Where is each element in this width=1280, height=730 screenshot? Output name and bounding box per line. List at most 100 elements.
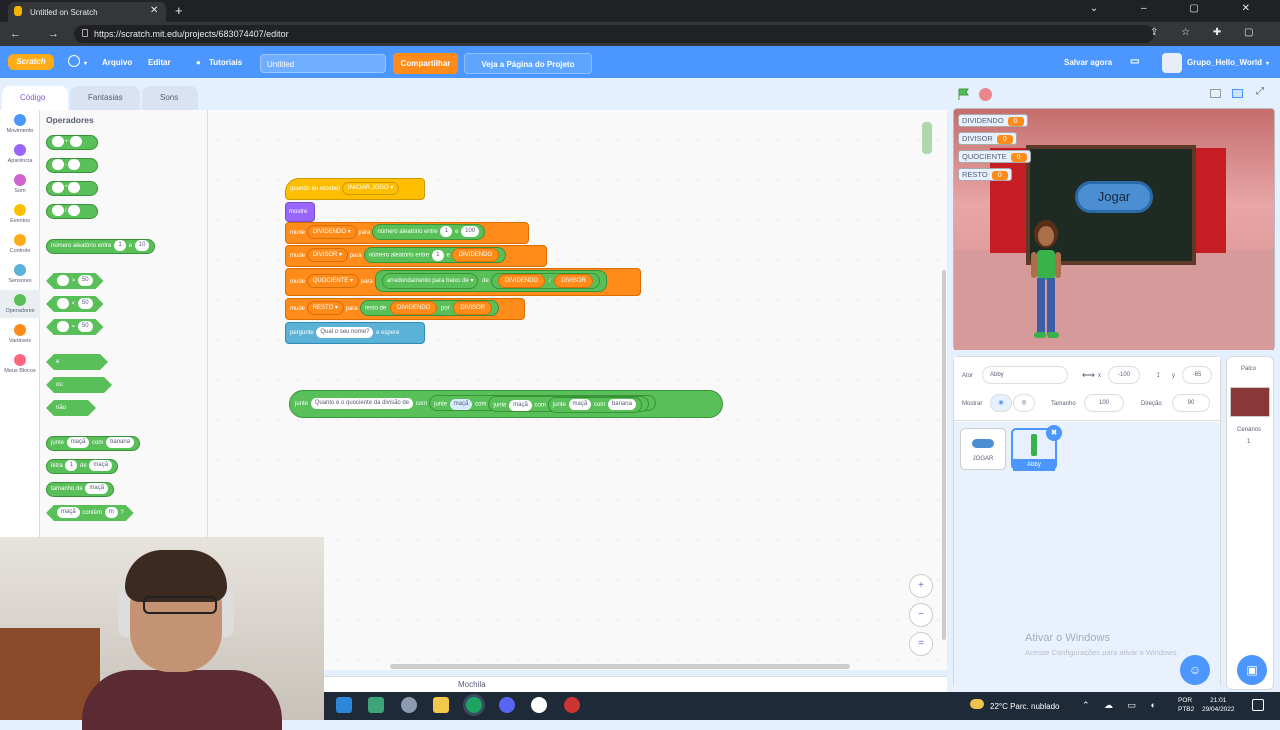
block-ask-and-wait[interactable]: pergunte Qual o seu nome? e espere [285, 322, 425, 344]
avatar[interactable] [1162, 53, 1182, 73]
stop-icon[interactable] [979, 88, 992, 101]
stage-curtain-left [990, 148, 1026, 253]
green-flag-icon[interactable] [957, 88, 970, 101]
category-2[interactable]: Som [0, 174, 40, 194]
discord-icon[interactable] [499, 697, 515, 713]
new-tab-icon[interactable]: + [175, 3, 183, 18]
hide-eye-icon[interactable]: ◎ [1013, 394, 1035, 412]
show-visible-eye-icon[interactable]: ◉ [990, 394, 1012, 412]
see-project-page-button[interactable]: Veja a Página do Projeto [464, 53, 592, 74]
block-not[interactable]: não [46, 400, 96, 416]
menu-edit[interactable]: Editar [148, 58, 171, 67]
workspace-vertical-scrollbar[interactable] [942, 270, 946, 640]
block-join-nested[interactable]: junte Quanto é o quociente da divisão de… [289, 390, 723, 418]
notifications-icon[interactable] [1252, 699, 1264, 711]
block-subtract[interactable]: - [46, 158, 98, 173]
y-input[interactable]: -65 [1182, 366, 1212, 384]
zoom-reset-icon[interactable]: = [909, 632, 933, 656]
tab-costumes[interactable]: Fantasias [70, 86, 140, 110]
folder-icon[interactable]: ▭ [1130, 56, 1139, 67]
choose-sprite-cat-icon[interactable]: ☺ [1180, 655, 1210, 685]
block-greater-than[interactable]: > 50 [46, 273, 104, 289]
block-join[interactable]: junte maçã com banana [46, 436, 141, 451]
workspace-horizontal-scrollbar[interactable] [390, 664, 850, 669]
sprite-thumb-jogar[interactable]: JOGAR [960, 428, 1006, 470]
tab-sounds[interactable]: Sons [142, 86, 198, 110]
sprite-name-input[interactable]: Abby [982, 366, 1068, 384]
zoom-out-icon[interactable]: − [909, 603, 933, 627]
category-1[interactable]: Aparência [0, 144, 40, 164]
browser-extras[interactable]: ⇪ ☆ ✚ ▢ [1150, 27, 1264, 38]
tab-code[interactable]: Código [2, 86, 68, 110]
block-random[interactable]: número aleatório entre 1 e 10 [46, 239, 156, 254]
chrome-icon[interactable] [466, 697, 482, 713]
language-indicator[interactable]: POR PTB2 [1178, 696, 1194, 714]
y-label: y [1172, 373, 1175, 379]
small-stage-icon[interactable] [1210, 89, 1221, 98]
variable-monitor[interactable]: DIVISOR 0 [958, 132, 1017, 145]
windows-activation-sub: Acesse Configurações para ativar o Windo… [1025, 648, 1179, 657]
trash-icon[interactable]: ✖ [1046, 425, 1062, 441]
taskbar-app-icon[interactable] [401, 697, 417, 713]
category-8[interactable]: Meus Blocos [0, 354, 40, 374]
x-input[interactable]: -100 [1108, 366, 1140, 384]
block-length-of[interactable]: tamanho de maçã [46, 482, 115, 497]
browser-tab[interactable]: Untitled on Scratch [8, 2, 166, 22]
direction-input[interactable]: 90 [1172, 394, 1210, 412]
clock[interactable]: 21:01 29/04/2022 [1202, 696, 1235, 714]
variable-monitor[interactable]: QUOCIENTE 0 [958, 150, 1031, 163]
category-7[interactable]: Variáveis [0, 324, 40, 344]
url-input[interactable]: https://scratch.mit.edu/projects/6830744… [74, 25, 1154, 43]
category-dot-icon [14, 144, 26, 156]
backpack-bar[interactable]: Mochila [324, 676, 947, 692]
block-and[interactable]: e [46, 354, 108, 370]
jogar-sprite-button[interactable]: Jogar [1075, 181, 1153, 213]
backdrop-thumbnail[interactable] [1230, 387, 1270, 417]
block-set-quociente[interactable]: mude QUOCIENTE ▾ para arredondamento para… [285, 268, 641, 296]
block-divide[interactable]: / [46, 204, 98, 219]
weather-text[interactable]: 22°C Parc. nublado [990, 702, 1059, 711]
language-globe-icon[interactable] [68, 55, 80, 67]
abby-sprite[interactable] [1028, 218, 1068, 344]
share-button[interactable]: Compartilhar [393, 53, 458, 74]
username[interactable]: Grupo_Hello_World [1187, 58, 1262, 67]
menu-tutorials[interactable]: Tutoriais [209, 58, 242, 67]
category-5[interactable]: Sensores [0, 264, 40, 284]
window-controls[interactable]: ⌄ – ▢ ✕ [1090, 3, 1270, 14]
normal-stage-icon[interactable] [1232, 89, 1243, 98]
choose-backdrop-icon[interactable]: ▣ [1237, 655, 1267, 685]
category-6[interactable]: Operadores [0, 294, 40, 314]
file-explorer-icon[interactable] [433, 697, 449, 713]
category-3[interactable]: Eventos [0, 204, 40, 224]
block-equals[interactable]: = 50 [46, 319, 104, 335]
category-4[interactable]: Controle [0, 234, 40, 254]
block-or[interactable]: ou [46, 377, 112, 393]
block-multiply[interactable]: * [46, 181, 98, 196]
block-add[interactable]: + [46, 135, 98, 150]
block-set-divisor[interactable]: mude DIVISOR ▾ para número aleatório entr… [285, 245, 547, 267]
close-tab-icon[interactable]: ✕ [150, 5, 158, 16]
fullscreen-icon[interactable]: ⤢ [1256, 86, 1264, 97]
block-when-i-receive[interactable]: quando eu receber INICIAR JOGO ▾ [285, 178, 425, 200]
menu-file[interactable]: Arquivo [102, 58, 132, 67]
tray-icons[interactable]: ⌃ ☁ ▭ ◐ [1082, 700, 1162, 711]
category-0[interactable]: Movimento [0, 114, 40, 134]
scratch-logo[interactable]: Scratch [8, 54, 54, 70]
block-letter-of[interactable]: letra 1 de maçã [46, 459, 119, 474]
palette-title: Operadores [46, 115, 94, 125]
block-show[interactable]: mostre [285, 202, 315, 222]
start-icon[interactable] [336, 697, 352, 713]
block-set-dividendo[interactable]: mude DIVIDENDO ▾ para número aleatório en… [285, 222, 529, 244]
taskbar-app-icon[interactable] [368, 697, 384, 713]
size-input[interactable]: 100 [1084, 394, 1124, 412]
block-contains[interactable]: maçã contém m ? [46, 505, 134, 521]
save-now-button[interactable]: Salvar agora [1064, 58, 1112, 67]
recorder-icon[interactable] [564, 697, 580, 713]
obs-icon[interactable] [531, 697, 547, 713]
zoom-in-icon[interactable]: + [909, 574, 933, 598]
block-less-than[interactable]: < 50 [46, 296, 104, 312]
variable-monitor[interactable]: DIVIDENDO 0 [958, 114, 1028, 127]
block-set-resto[interactable]: mude RESTO ▾ para resto de DIVIDENDO por … [285, 298, 525, 320]
variable-monitor[interactable]: RESTO 0 [958, 168, 1012, 181]
project-title-input[interactable]: Untitled [260, 54, 386, 73]
